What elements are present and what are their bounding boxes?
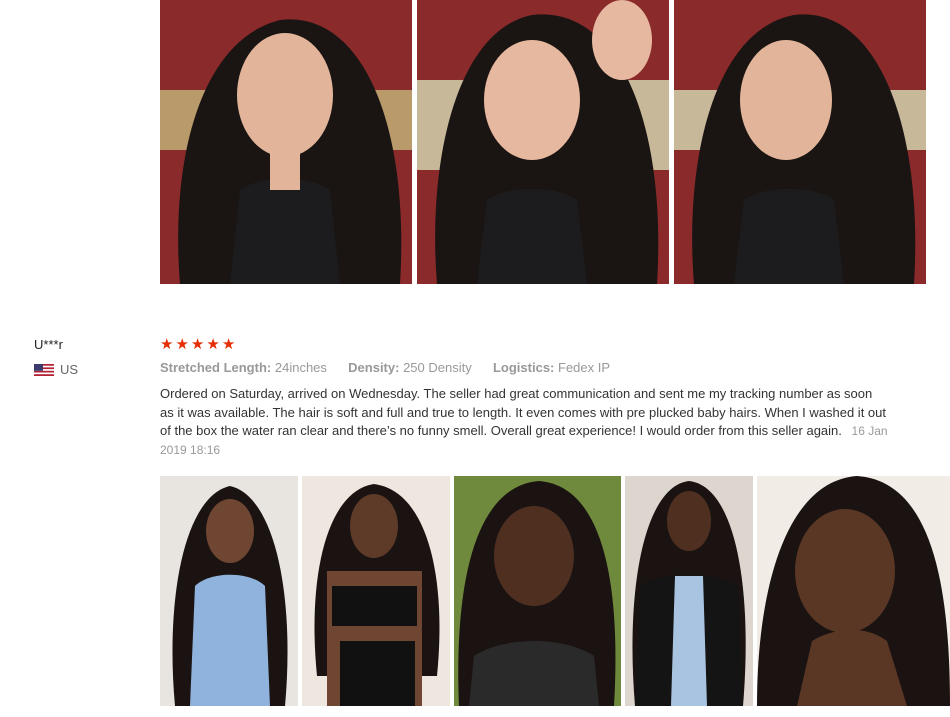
us-flag-icon (34, 363, 54, 376)
country-code: US (60, 362, 79, 377)
review-photo[interactable] (454, 476, 621, 706)
star-rating: ★ ★ ★ ★ ★ (160, 336, 235, 353)
star-icon: ★ (221, 336, 236, 353)
star-icon: ★ (206, 336, 220, 353)
review-photo[interactable] (757, 476, 950, 706)
reviewer-name: U***r (34, 337, 63, 352)
attribute-value: Fedex IP (558, 360, 611, 375)
review-photo[interactable] (302, 476, 450, 706)
reviewer-country: US (34, 362, 78, 377)
review-photo[interactable] (625, 476, 753, 706)
attribute-key: Stretched Length: (160, 360, 272, 375)
star-icon: ★ (160, 336, 174, 353)
review-photo[interactable] (160, 476, 298, 706)
attribute-value: 24inches (274, 360, 327, 375)
review-photo[interactable] (417, 0, 669, 284)
attribute-key: Logistics: (492, 360, 555, 375)
star-icon: ★ (190, 336, 205, 353)
review-photo[interactable] (160, 0, 412, 284)
review-text: Ordered on Saturday, arrived on Wednesda… (160, 386, 886, 438)
product-attributes: Stretched Length: 24inches Density: 250 … (160, 360, 610, 375)
review-text-block: Ordered on Saturday, arrived on Wednesda… (160, 385, 888, 459)
attribute-key: Density: (348, 360, 400, 375)
attribute-value: 250 Density (403, 360, 472, 375)
review-photo[interactable] (674, 0, 926, 284)
star-icon: ★ (175, 336, 189, 353)
